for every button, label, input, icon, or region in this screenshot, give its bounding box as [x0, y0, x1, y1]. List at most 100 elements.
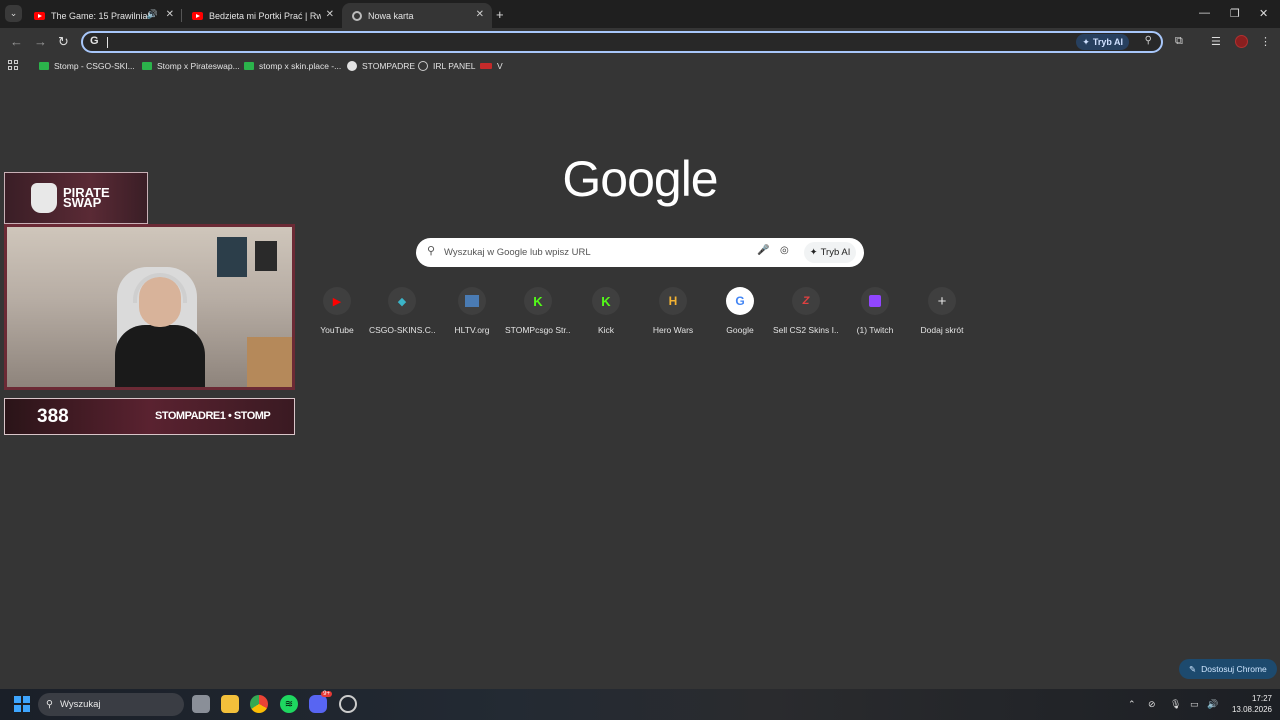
menu-icon[interactable]: ⋮	[1260, 35, 1271, 48]
shortcut-label: Google	[726, 325, 754, 335]
microphone-icon[interactable]: 🎙	[1170, 699, 1181, 710]
wall-poster	[217, 237, 247, 277]
close-icon[interactable]: ✕	[326, 9, 334, 20]
social-handle: STOMPADRE1 • STOMP	[155, 410, 271, 422]
tab-youtube-2[interactable]: Bedzieta mi Portki Prać | Rwiem ✕	[182, 3, 342, 28]
sheet-icon	[244, 62, 254, 70]
search-input[interactable]	[444, 244, 744, 260]
discord-icon[interactable]: 9+	[309, 691, 332, 713]
webcam-feed	[4, 224, 295, 390]
youtube-icon	[34, 11, 45, 20]
bookmark-item[interactable]: V	[480, 61, 503, 71]
file-explorer-icon[interactable]	[221, 695, 239, 713]
plus-icon: +	[928, 287, 956, 315]
shortcut-hero-wars[interactable]: H Hero Wars	[640, 287, 706, 335]
skinport-icon: Z	[792, 287, 820, 315]
reload-icon[interactable]: ↻	[58, 34, 69, 50]
display-icon[interactable]: ▭	[1190, 699, 1199, 710]
tab-title: Nowa karta	[368, 10, 414, 21]
hltv-icon	[458, 287, 486, 315]
customize-chrome-button[interactable]: ✎ Dostosuj Chrome	[1179, 659, 1277, 679]
shortcut-label: YouTube	[320, 325, 354, 335]
toolbar: ← → ↻ G ✦ Tryb AI ⚲ ⧉ ☰ ⋮	[0, 28, 1280, 56]
network-off-icon[interactable]: ⊘	[1148, 699, 1156, 710]
search-icon: ⚲	[427, 245, 436, 257]
new-tab-button[interactable]: +	[496, 7, 504, 22]
shortcut-csgo-skins[interactable]: ◆ CSGO-SKINS.C...	[369, 287, 435, 335]
clock[interactable]: 17:27 13.08.2026	[1226, 693, 1272, 715]
search-box[interactable]: ⚲ 🎤 ◎ ✦Tryb AI	[416, 238, 864, 267]
bookmark-item[interactable]: STOMPADRE	[347, 61, 415, 71]
tab-title: Bedzieta mi Portki Prać | Rwiem	[209, 10, 321, 21]
shortcut-google[interactable]: G Google	[707, 287, 773, 335]
close-icon[interactable]: ✕	[476, 9, 484, 20]
headset-icon	[133, 273, 187, 303]
shortcut-kick[interactable]: K Kick	[573, 287, 639, 335]
bookmark-item[interactable]: stomp x skin.place -...	[244, 61, 341, 71]
shortcut-glyph: ▶	[332, 295, 342, 308]
chevron-up-icon[interactable]: ⌃	[1128, 699, 1136, 710]
tab-youtube-1[interactable]: The Game: 15 Prawilniaków 🔊 ✕	[24, 3, 182, 28]
clock-date: 13.08.2026	[1231, 705, 1272, 714]
restore-icon[interactable]: ❐	[1230, 7, 1240, 20]
taskbar-search-label: Wyszukaj	[59, 699, 101, 710]
shortcut-label: STOMPcsgo Str...	[505, 325, 571, 335]
chevron-down-icon: ⌄	[9, 8, 18, 18]
ai-mode-button[interactable]: ✦ Tryb AI	[804, 242, 856, 263]
csgo-skins-icon: ◆	[388, 287, 416, 315]
tab-strip: ⌄ The Game: 15 Prawilniaków 🔊 ✕ Bedzieta…	[0, 0, 1280, 28]
pencil-icon: ✎	[1189, 663, 1197, 674]
add-shortcut-button[interactable]: + Dodaj skrót	[909, 287, 975, 335]
taskbar: ⚲ Wyszukaj ≋ 9+ ⌃ ⊘ 🎙 ▭ 🔊	[0, 689, 1280, 720]
search-icon[interactable]: ⚲	[1145, 35, 1152, 46]
shortcut-hltv[interactable]: HLTV.org	[439, 287, 505, 335]
avatar[interactable]	[1235, 35, 1248, 48]
chrome-icon	[352, 10, 362, 21]
speaker-icon[interactable]: 🔊	[147, 9, 158, 20]
bookmark-item[interactable]: Stomp x Pirateswap...	[142, 61, 240, 71]
shortcut-sell-cs2[interactable]: Z Sell CS2 Skins I...	[773, 287, 839, 335]
address-bar[interactable]: G ✦ Tryb AI ⚲	[81, 31, 1163, 53]
flag-icon	[480, 63, 492, 69]
bookmark-label: Stomp x Pirateswap...	[157, 61, 240, 71]
clock-time: 17:27	[1251, 694, 1272, 703]
stream-info-bar: 388 STOMPADRE1 • STOMP	[4, 398, 295, 435]
media-control-icon[interactable]: ☰	[1211, 35, 1221, 48]
close-icon[interactable]: ✕	[166, 9, 174, 20]
shortcut-youtube[interactable]: ▶ YouTube	[304, 287, 370, 335]
ai-mode-button[interactable]: ✦ Tryb AI	[1076, 34, 1129, 50]
windows-start-icon[interactable]	[14, 696, 30, 712]
google-icon: G	[90, 35, 99, 47]
customize-label: Dostosuj Chrome	[1201, 664, 1267, 674]
back-icon[interactable]: ←	[10, 34, 23, 49]
chrome-icon[interactable]	[250, 695, 268, 713]
hero-wars-icon: H	[659, 287, 687, 315]
forward-icon[interactable]: →	[34, 34, 47, 49]
sheet-icon	[39, 62, 49, 70]
shortcut-twitch[interactable]: (1) Twitch	[842, 287, 908, 335]
search-icon: ⚲	[46, 699, 53, 710]
tab-new-tab[interactable]: Nowa karta ✕	[342, 3, 492, 28]
bookmark-label: stomp x skin.place -...	[259, 61, 342, 71]
lens-icon[interactable]: ◎	[780, 245, 789, 256]
shortcut-stompcsgo[interactable]: K STOMPcsgo Str...	[505, 287, 571, 335]
shortcut-label: (1) Twitch	[856, 325, 894, 335]
minimize-icon[interactable]: —	[1199, 7, 1210, 19]
shortcut-label: CSGO-SKINS.C...	[369, 325, 435, 335]
microphone-icon[interactable]: 🎤	[757, 245, 769, 256]
spotify-icon[interactable]: ≋	[280, 695, 298, 713]
apps-grid-icon[interactable]	[8, 60, 18, 70]
task-view-icon[interactable]	[192, 695, 210, 713]
app-icon[interactable]	[339, 695, 357, 713]
tab-search-button[interactable]: ⌄	[5, 5, 22, 22]
desk	[247, 337, 292, 387]
close-window-icon[interactable]: ✕	[1259, 7, 1268, 20]
extensions-icon[interactable]: ⧉	[1175, 35, 1183, 48]
ai-mode-label: Tryb AI	[820, 247, 851, 258]
counter: 388	[37, 406, 69, 427]
bookmark-item[interactable]: Stomp - CSGO-SKI...	[39, 61, 135, 71]
volume-icon[interactable]: 🔊	[1207, 699, 1218, 710]
shortcut-label: Hero Wars	[652, 325, 694, 335]
bookmark-item[interactable]: IRL PANEL	[418, 61, 476, 71]
taskbar-search[interactable]: ⚲ Wyszukaj	[38, 693, 184, 716]
